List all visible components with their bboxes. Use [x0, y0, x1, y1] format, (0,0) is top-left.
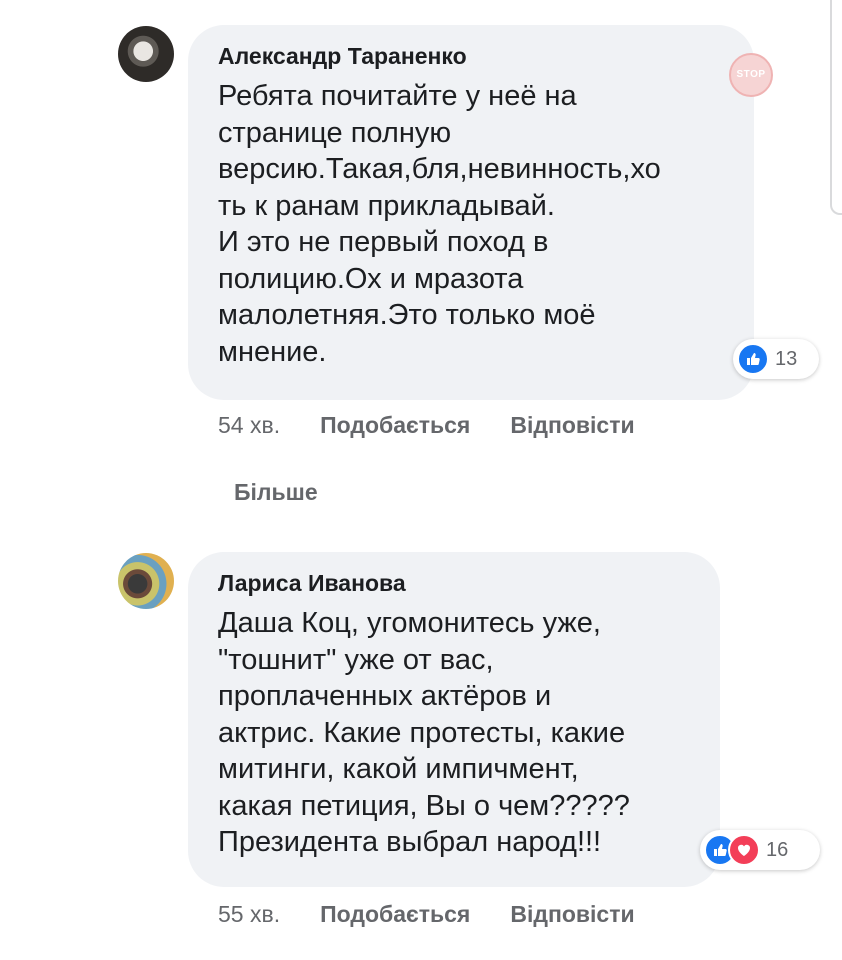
like-icon [737, 343, 769, 375]
comment-meta: 55 хв. Подобається Відповісти [218, 900, 675, 928]
love-icon [728, 834, 760, 866]
reaction-count: 13 [775, 347, 798, 370]
reaction-summary[interactable]: 16 [700, 830, 820, 870]
reaction-summary[interactable]: 13 [733, 339, 819, 379]
comment-bubble: Александр Тараненко Ребята почитайте у н… [188, 25, 754, 400]
watermark-text: STOP [736, 69, 766, 80]
comment-text: Даша Коц, угомонитесь уже, "тошнит" уже … [218, 607, 630, 858]
like-button[interactable]: Подобається [320, 411, 470, 439]
like-button[interactable]: Подобається [320, 900, 470, 928]
comment-time[interactable]: 54 хв. [218, 411, 280, 439]
avatar[interactable] [118, 553, 174, 609]
reply-button[interactable]: Відповісти [510, 900, 634, 928]
stop-watermark-logo: STOP [729, 53, 773, 97]
avatar[interactable] [118, 26, 174, 82]
comment-text: Ребята почитайте у неё на странице полну… [218, 80, 661, 368]
comment-meta: 54 хв. Подобається Відповісти [218, 411, 675, 439]
scrollbar-edge [830, 0, 842, 215]
comment-bubble: Лариса Иванова Даша Коц, угомонитесь уже… [188, 552, 720, 887]
more-replies-link[interactable]: Більше [234, 479, 318, 506]
comment-author[interactable]: Лариса Иванова [218, 568, 690, 598]
comment-time[interactable]: 55 хв. [218, 900, 280, 928]
reply-button[interactable]: Відповісти [510, 411, 634, 439]
comment-author[interactable]: Александр Тараненко [218, 41, 724, 71]
reaction-count: 16 [766, 838, 789, 861]
